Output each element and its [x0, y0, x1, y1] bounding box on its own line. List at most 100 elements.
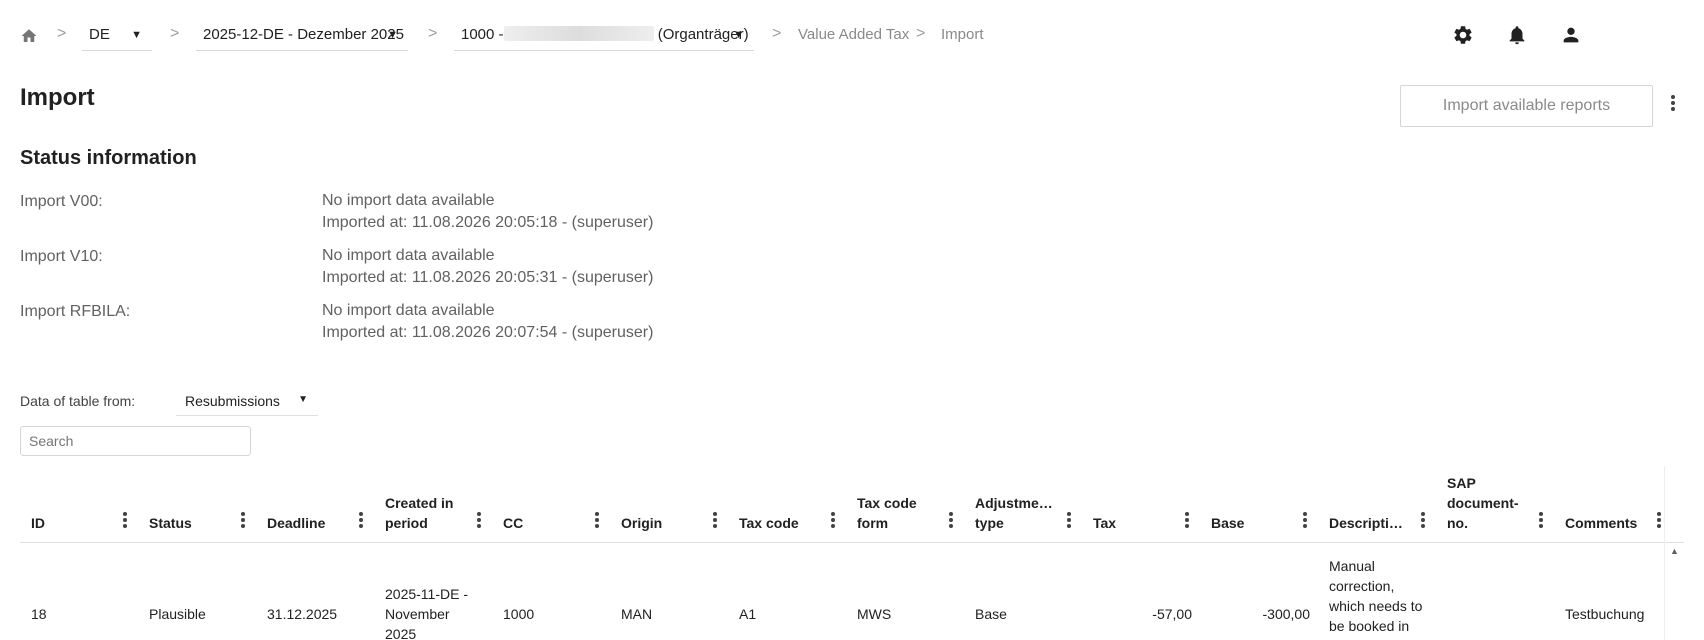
cell-origin: MAN	[621, 606, 653, 622]
table-header: ID Status Deadline Created in period CC Origin…	[20, 466, 1684, 543]
column-header-text: Tax code	[857, 495, 917, 511]
account-icon[interactable]	[1560, 24, 1582, 46]
column-menu-icon[interactable]	[1302, 512, 1308, 530]
status-value-rfbila: No import data available Imported at: 11…	[322, 300, 653, 344]
bell-icon[interactable]	[1506, 24, 1528, 46]
top-bar: > DE ▼ > 2025-12-DE - Dezember 2025 ▼ > …	[0, 0, 1704, 70]
status-value-v10: No import data available Imported at: 11…	[322, 245, 653, 289]
status-message: No import data available	[322, 192, 495, 209]
column-menu-icon[interactable]	[1184, 512, 1190, 530]
column-header-label: Tax	[1093, 513, 1181, 533]
search-input[interactable]	[20, 426, 251, 456]
column-header-label: Status	[149, 513, 237, 533]
cell-status: Plausible	[149, 606, 206, 622]
cell-deadline: 31.12.2025	[267, 606, 338, 622]
column-header-comments[interactable]: Comments	[1554, 466, 1672, 543]
home-icon[interactable]	[20, 27, 38, 45]
page-title: Import	[20, 84, 95, 111]
column-header-origin[interactable]: Origin	[610, 466, 728, 543]
column-header-label: Tax code	[739, 513, 827, 533]
caret-down-icon: ▼	[387, 29, 398, 41]
column-header-text: Tax	[1093, 515, 1117, 531]
column-menu-icon[interactable]	[240, 512, 246, 530]
column-menu-icon[interactable]	[358, 512, 364, 530]
table-source-label: Data of table from:	[20, 393, 136, 409]
column-header-taxcodeform[interactable]: Tax code form	[846, 466, 964, 543]
cell-text-line: which needs to	[1329, 598, 1423, 614]
entity-dropdown[interactable]: 1000 - (Organträger) ▼	[454, 16, 754, 51]
column-menu-icon[interactable]	[948, 512, 954, 530]
period-dropdown[interactable]: 2025-12-DE - Dezember 2025 ▼	[196, 16, 408, 51]
status-imported-at: Imported at: 11.08.2026 20:05:31 - (supe…	[322, 269, 654, 286]
column-header-label: ID	[31, 513, 119, 533]
status-label-v10: Import V10:	[20, 248, 103, 265]
table-source-dropdown[interactable]: Resubmissions ▼	[176, 386, 318, 416]
breadcrumb-separator: >	[916, 25, 926, 42]
column-header-text: Tax code	[739, 515, 799, 531]
column-header-id[interactable]: ID	[20, 466, 138, 543]
column-header-text: Adjustme…	[975, 495, 1053, 511]
column-header-text: Comments	[1565, 515, 1638, 531]
country-value: DE	[89, 26, 110, 43]
more-options-icon[interactable]	[1670, 95, 1676, 113]
column-menu-icon[interactable]	[830, 512, 836, 530]
column-header-status[interactable]: Status	[138, 466, 256, 543]
column-header-text: Created in	[385, 495, 454, 511]
column-menu-icon[interactable]	[1066, 512, 1072, 530]
caret-down-icon: ▼	[131, 29, 142, 41]
cell-tax: -57,00	[1152, 606, 1192, 622]
column-menu-icon[interactable]	[712, 512, 718, 530]
column-header-deadline[interactable]: Deadline	[256, 466, 374, 543]
column-header-text: Origin	[621, 515, 663, 531]
breadcrumb-separator: >	[772, 25, 782, 42]
column-header-label: Descripti…	[1329, 513, 1417, 533]
column-header-text: Base	[1211, 515, 1245, 531]
scroll-up-icon[interactable]: ▲	[1670, 546, 1679, 556]
column-menu-icon[interactable]	[1420, 512, 1426, 530]
cell-text-line: be booked in	[1329, 618, 1410, 634]
table-scrollbar[interactable]: ▲	[1664, 466, 1684, 640]
column-header-label: SAP document-no.	[1447, 473, 1535, 533]
column-menu-icon[interactable]	[476, 512, 482, 530]
column-header-adjtype[interactable]: Adjustme… type	[964, 466, 1082, 543]
import-reports-button[interactable]: Import available reports	[1400, 85, 1653, 127]
column-menu-icon[interactable]	[594, 512, 600, 530]
column-header-label: Adjustme… type	[975, 493, 1063, 533]
column-menu-icon[interactable]	[1656, 512, 1662, 530]
column-menu-icon[interactable]	[1538, 512, 1544, 530]
column-header-tax[interactable]: Tax	[1082, 466, 1200, 543]
cell-text-line: 2025-11-DE -	[385, 586, 469, 602]
status-label-rfbila: Import RFBILA:	[20, 303, 131, 320]
status-imported-at: Imported at: 11.08.2026 20:07:54 - (supe…	[322, 324, 654, 341]
column-header-label: Comments	[1565, 513, 1653, 533]
column-menu-icon[interactable]	[122, 512, 128, 530]
status-imported-at: Imported at: 11.08.2026 20:05:18 - (supe…	[322, 214, 654, 231]
redacted-entity-name	[503, 26, 654, 41]
column-header-text: document-	[1447, 495, 1519, 511]
entity-value: 1000 - (Organträger)	[461, 26, 749, 44]
breadcrumb-module[interactable]: Value Added Tax	[798, 26, 909, 44]
column-header-created[interactable]: Created in period	[374, 466, 492, 543]
cell-taxcodeform: MWS	[857, 606, 892, 622]
column-header-label: CC	[503, 513, 591, 533]
column-header-label: Origin	[621, 513, 709, 533]
column-header-label: Tax code form	[857, 493, 945, 533]
country-dropdown[interactable]: DE ▼	[82, 16, 152, 51]
column-header-cc[interactable]: CC	[492, 466, 610, 543]
status-value-v00: No import data available Imported at: 11…	[322, 190, 653, 234]
column-header-description[interactable]: Descripti…	[1318, 466, 1436, 543]
gear-icon[interactable]	[1452, 24, 1474, 46]
cell-adjtype: Base	[975, 606, 1007, 622]
column-header-base[interactable]: Base	[1200, 466, 1318, 543]
cell-text-line: 2025	[385, 626, 417, 640]
column-header-text: type	[975, 515, 1004, 531]
cell-text-line: correction,	[1329, 578, 1395, 594]
column-header-text: period	[385, 515, 428, 531]
cell-base: -300,00	[1262, 606, 1310, 622]
column-header-sapdoc[interactable]: SAP document-no.	[1436, 466, 1554, 543]
column-header-taxcode[interactable]: Tax code	[728, 466, 846, 543]
cell-created: 2025-11-DE - November 2025	[385, 584, 487, 640]
column-header-text: ID	[31, 515, 45, 531]
period-value: 2025-12-DE - Dezember 2025	[203, 26, 404, 43]
breadcrumb-separator: >	[428, 25, 438, 42]
